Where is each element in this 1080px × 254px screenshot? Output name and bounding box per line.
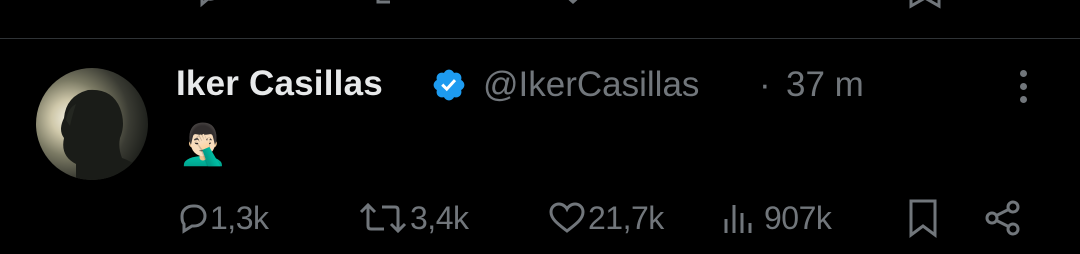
repost-count: 3,4k [410, 199, 469, 236]
bookmark-button[interactable] [905, 190, 941, 246]
like-icon [549, 202, 585, 233]
views-count: 907k [764, 199, 832, 236]
repost-icon [359, 202, 407, 234]
reply-icon [180, 204, 207, 234]
separator-dot: · [759, 65, 771, 104]
share-button[interactable] [983, 190, 1023, 246]
tweet-divider [0, 38, 1080, 39]
reply-icon[interactable] [195, 0, 225, 8]
timestamp[interactable]: 37 m [786, 65, 864, 105]
repost-button[interactable]: 3,4k [358, 190, 469, 246]
views-icon[interactable] [725, 0, 765, 10]
tweet-actions: 1,3k 3,4k 21,7k 907k [0, 190, 1080, 246]
author-handle[interactable]: @IkerCasillas [483, 65, 699, 105]
like-icon[interactable] [555, 0, 591, 8]
more-vertical-icon[interactable] [1008, 70, 1038, 110]
share-icon [985, 200, 1020, 236]
author-name[interactable]: Iker Casillas [176, 64, 383, 104]
like-count: 21,7k [588, 199, 664, 236]
tweet-text: 🤦🏻‍♂️ [178, 123, 228, 167]
repost-icon[interactable] [370, 0, 410, 10]
views-icon [724, 205, 752, 233]
previous-tweet-actions [0, 0, 1080, 14]
verified-badge-icon[interactable] [431, 67, 467, 103]
reply-button[interactable]: 1,3k [176, 190, 269, 246]
views-button[interactable]: 907k [722, 190, 832, 246]
bookmark-icon [909, 199, 937, 238]
avatar-portrait [61, 89, 148, 180]
like-button[interactable]: 21,7k [548, 190, 664, 246]
bookmark-icon[interactable] [905, 0, 945, 12]
avatar[interactable] [36, 68, 148, 180]
reply-count: 1,3k [210, 199, 269, 236]
